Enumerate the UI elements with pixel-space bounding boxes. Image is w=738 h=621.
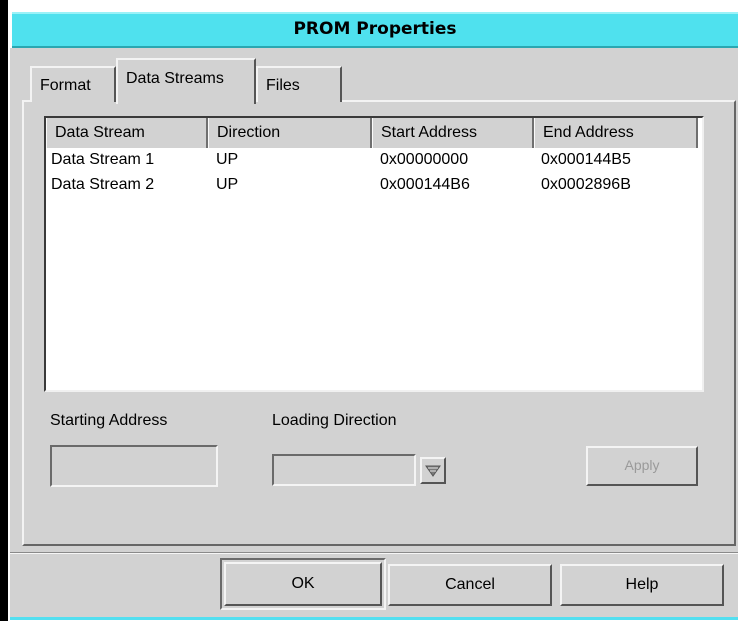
column-header-end-address[interactable]: End Address [534, 118, 698, 148]
window-left-border [0, 0, 8, 621]
column-header-start-address[interactable]: Start Address [372, 118, 534, 148]
tab-files[interactable]: Files [256, 66, 342, 102]
column-header-direction[interactable]: Direction [208, 118, 372, 148]
ok-button[interactable]: OK [224, 562, 382, 606]
starting-address-label: Starting Address [50, 412, 168, 429]
cancel-button[interactable]: Cancel [388, 564, 552, 606]
cell-direction: UP [216, 176, 239, 193]
cell-end-address: 0x0002896B [541, 176, 631, 193]
dropdown-arrow-icon[interactable] [420, 457, 446, 484]
window-bottom-border [10, 617, 738, 620]
cell-direction: UP [216, 151, 239, 168]
loading-direction-select[interactable] [272, 454, 416, 486]
window-title: PROM Properties [293, 19, 457, 39]
cell-data-stream: Data Stream 1 [51, 151, 155, 168]
tab-format[interactable]: Format [30, 66, 116, 102]
help-button[interactable]: Help [560, 564, 724, 606]
tab-data-streams[interactable]: Data Streams [116, 58, 256, 104]
table-header: Data Stream Direction Start Address End … [46, 118, 698, 148]
separator [10, 552, 738, 554]
cell-start-address: 0x000144B6 [380, 176, 470, 193]
column-header-data-stream[interactable]: Data Stream [46, 118, 208, 148]
cell-end-address: 0x000144B5 [541, 151, 631, 168]
cell-start-address: 0x00000000 [380, 151, 469, 168]
cell-data-stream: Data Stream 2 [51, 176, 155, 193]
apply-button[interactable]: Apply [586, 446, 698, 486]
starting-address-field[interactable] [50, 445, 218, 487]
window-left-border-notch [8, 0, 14, 12]
loading-direction-label: Loading Direction [272, 412, 397, 429]
